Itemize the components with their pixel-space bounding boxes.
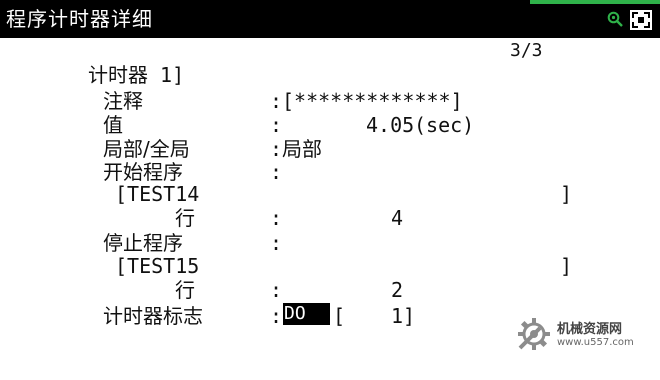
- start-program-name[interactable]: [TEST14: [115, 182, 199, 206]
- start-program-label: 开始程序: [103, 160, 183, 184]
- timer-flag-index[interactable]: 1: [391, 304, 403, 328]
- maximize-icon[interactable]: [630, 10, 652, 30]
- watermark-name: 机械资源网: [557, 322, 623, 337]
- stop-program-colon: :: [270, 231, 283, 255]
- title-accent-strip: [530, 0, 660, 4]
- value-number: 4.05: [366, 113, 415, 137]
- timer-heading: 计时器 1]: [88, 63, 185, 87]
- timer-flag-type-field[interactable]: DO: [283, 303, 330, 325]
- stop-line-label: 行: [175, 278, 195, 302]
- start-line-colon: :: [270, 206, 283, 230]
- stop-program-name[interactable]: [TEST15: [115, 254, 199, 278]
- comment-label: 注释: [103, 89, 143, 113]
- comment-colon: :: [270, 89, 283, 113]
- stop-program-bracket: ]: [560, 254, 573, 278]
- start-line-label: 行: [175, 206, 195, 230]
- screen-title: 程序计时器详细: [6, 7, 153, 31]
- start-line-value[interactable]: 4: [391, 206, 403, 230]
- stop-line-colon: :: [270, 278, 283, 302]
- gear-wrench-logo-icon: [518, 318, 550, 350]
- value-unit: (sec): [414, 113, 475, 137]
- start-program-bracket: ]: [560, 182, 573, 206]
- stop-program-label: 停止程序: [103, 231, 183, 255]
- zoom-search-icon[interactable]: [607, 11, 623, 27]
- scope-label: 局部/全局: [103, 137, 190, 161]
- stop-line-value[interactable]: 2: [391, 278, 403, 302]
- scope-value[interactable]: 局部: [282, 137, 322, 161]
- watermark: 机械资源网 www.u557.com: [514, 312, 654, 362]
- start-program-colon: :: [270, 160, 283, 184]
- timer-flag-bracket-open: [: [333, 304, 346, 328]
- scope-colon: :: [270, 137, 283, 161]
- timer-flag-colon: :: [270, 304, 283, 328]
- comment-value[interactable]: [*************]: [282, 89, 463, 113]
- value-colon: :: [270, 113, 283, 137]
- timer-flag-bracket-close: ]: [403, 304, 416, 328]
- value-label: 值: [103, 113, 123, 137]
- timer-flag-label: 计时器标志: [103, 304, 203, 328]
- page-indicator: 3/3: [510, 40, 543, 61]
- title-bar: 程序计时器详细: [0, 0, 660, 38]
- watermark-url: www.u557.com: [557, 337, 634, 348]
